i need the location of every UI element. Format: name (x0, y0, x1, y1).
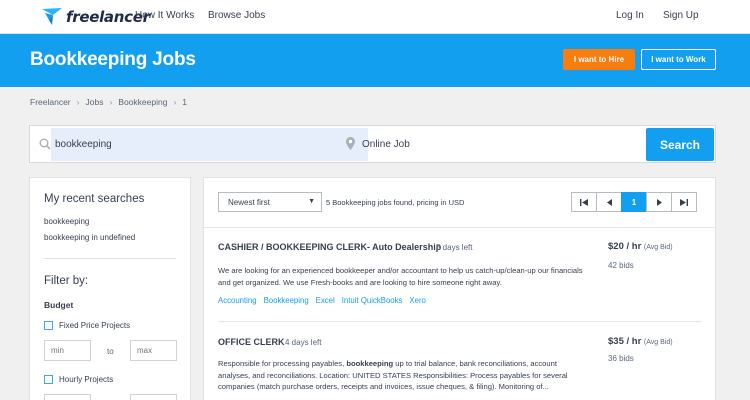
hourly-label: Hourly Projects (59, 375, 114, 384)
bird-icon (42, 8, 62, 25)
keyword-search-input[interactable] (51, 128, 368, 161)
signup-link[interactable]: Sign Up (663, 10, 699, 21)
prev-page-button[interactable] (596, 192, 622, 212)
fixed-min-input[interactable] (44, 340, 91, 361)
job-description: We are looking for an experienced bookke… (218, 266, 583, 287)
budget-label: Budget (44, 300, 74, 310)
fixed-price-label: Fixed Price Projects (59, 321, 131, 330)
job-days-left: 5 days left (436, 243, 473, 252)
search-button[interactable]: Search (646, 128, 714, 161)
first-page-icon (580, 198, 588, 206)
last-page-button[interactable] (671, 192, 697, 212)
job-divider (218, 321, 702, 322)
prev-page-icon (606, 198, 612, 206)
skill-tag[interactable]: Intuit QuickBooks (342, 296, 403, 305)
first-page-button[interactable] (571, 192, 597, 212)
job-price-value: $20 / hr (608, 241, 642, 252)
next-page-icon (656, 198, 662, 206)
next-page-button[interactable] (646, 192, 672, 212)
sort-value: Newest first (228, 197, 270, 207)
recent-search-item[interactable]: bookkeeping (44, 217, 89, 226)
skill-tag[interactable]: Xero (409, 296, 425, 305)
avg-bid-label: (Avg Bid) (643, 244, 673, 251)
results-divider (204, 227, 715, 228)
checkbox-box[interactable] (44, 375, 53, 384)
skill-tag[interactable]: Excel (316, 296, 335, 305)
job-price: $20 / hr (Avg Bid) (608, 241, 673, 252)
breadcrumb-bookkeeping[interactable]: Bookkeeping (118, 97, 167, 107)
fixed-price-checkbox[interactable]: Fixed Price Projects (44, 321, 130, 330)
filter-sidebar: My recent searches bookkeeping bookkeepi… (29, 177, 191, 400)
breadcrumb-separator: › (173, 97, 177, 107)
work-button[interactable]: I want to Work (641, 49, 716, 70)
recent-search-item[interactable]: bookkeeping in undefined (44, 233, 135, 242)
filter-heading: Filter by: (44, 275, 89, 287)
pagination: 1 (571, 192, 697, 212)
job-price: $35 / hr (Avg Bid) (608, 336, 673, 347)
top-nav: freelancer How It Works Browse Jobs Log … (0, 0, 750, 34)
page-banner: Bookkeeping Jobs I want to Hire I want t… (0, 34, 750, 87)
hourly-min-input[interactable] (44, 394, 91, 400)
range-to-label: to (107, 347, 114, 356)
breadcrumb: Freelancer › Jobs › Bookkeeping › 1 (30, 97, 187, 107)
hourly-checkbox[interactable]: Hourly Projects (44, 375, 113, 384)
search-icon (39, 138, 51, 150)
breadcrumb-jobs[interactable]: Jobs (85, 97, 103, 107)
avg-bid-label: (Avg Bid) (643, 339, 673, 346)
page-title: Bookkeeping Jobs (30, 49, 196, 70)
hourly-max-input[interactable] (130, 394, 177, 400)
chevron-down-icon: ▼ (308, 198, 315, 205)
job-bids: 42 bids (608, 261, 634, 270)
current-page-button[interactable]: 1 (621, 192, 647, 212)
checkbox-box[interactable] (44, 321, 53, 330)
job-title[interactable]: OFFICE CLERK (218, 337, 285, 347)
job-bids: 36 bids (608, 354, 634, 363)
breadcrumb-freelancer[interactable]: Freelancer (30, 97, 71, 107)
skill-tag[interactable]: Bookkeeping (264, 296, 309, 305)
job-price-value: $35 / hr (608, 336, 642, 347)
location-input[interactable] (360, 128, 640, 161)
results-count: 5 Bookkeeping jobs found, pricing in USD (326, 198, 465, 207)
sort-select[interactable]: Newest first ▼ (218, 192, 322, 212)
sidebar-divider (44, 258, 176, 259)
results-panel: Newest first ▼ 5 Bookkeeping jobs found,… (203, 177, 716, 400)
job-days-left: 4 days left (285, 338, 322, 347)
breadcrumb-separator: › (76, 97, 80, 107)
job-desc-text: Responsible for processing payables, (218, 359, 347, 368)
recent-searches-heading: My recent searches (44, 193, 145, 205)
breadcrumb-page: 1 (182, 97, 188, 107)
fixed-max-input[interactable] (130, 340, 177, 361)
skill-tag[interactable]: Accounting (218, 296, 257, 305)
job-skill-tags: Accounting Bookkeeping Excel Intuit Quic… (218, 296, 433, 305)
job-desc-highlight: bookkeeping (346, 359, 394, 368)
last-page-icon (680, 198, 688, 206)
job-description: Responsible for processing payables, boo… (218, 358, 588, 393)
nav-how-it-works[interactable]: How It Works (135, 10, 194, 21)
login-link[interactable]: Log In (616, 10, 644, 21)
freelancer-logo[interactable]: freelancer (40, 6, 150, 28)
job-title[interactable]: CASHIER / BOOKKEEPING CLERK- Auto Dealer… (218, 242, 441, 252)
search-bar: Search (29, 125, 716, 163)
breadcrumb-separator: › (109, 97, 113, 107)
hire-button[interactable]: I want to Hire (563, 49, 635, 70)
location-pin-icon (346, 137, 355, 150)
nav-browse-jobs[interactable]: Browse Jobs (208, 10, 265, 21)
